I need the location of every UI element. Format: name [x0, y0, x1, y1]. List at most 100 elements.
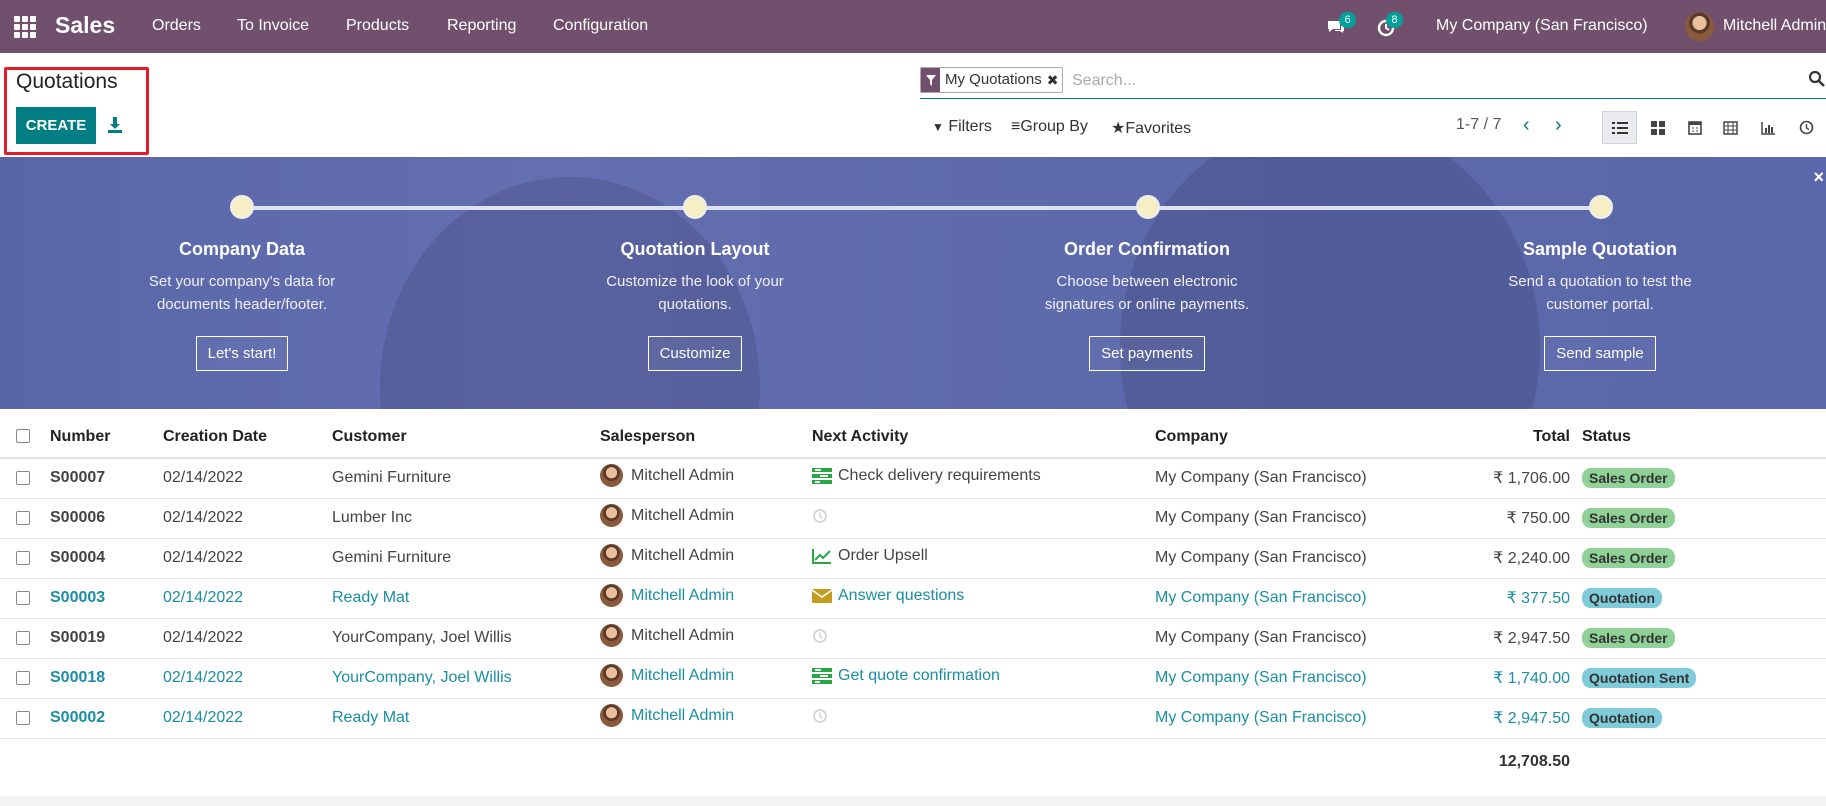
- header-next-activity[interactable]: Next Activity: [812, 416, 1155, 459]
- row-checkbox[interactable]: [16, 550, 30, 565]
- graph-view-icon[interactable]: [1751, 111, 1786, 144]
- table-row[interactable]: S00002 02/14/2022 Ready Mat Mitchell Admin M…: [0, 698, 1826, 739]
- header-company[interactable]: Company: [1155, 416, 1402, 459]
- salesperson: Mitchell Admin: [600, 584, 734, 607]
- send-sample-button[interactable]: Send sample: [1544, 336, 1656, 371]
- header-number[interactable]: Number: [50, 416, 163, 459]
- activity-clock-icon[interactable]: [812, 628, 828, 644]
- menu-reporting[interactable]: Reporting: [447, 17, 516, 35]
- pager-next-icon[interactable]: ›: [1555, 115, 1562, 135]
- row-checkbox[interactable]: [16, 590, 30, 605]
- cell-next-activity: Order Upsell: [812, 538, 1155, 579]
- step-text: customer portal.: [1546, 296, 1654, 313]
- email-activity-icon[interactable]: [812, 588, 832, 604]
- lets-start-button[interactable]: Let's start!: [195, 336, 289, 371]
- cell-salesperson: Mitchell Admin: [600, 498, 812, 539]
- header-creation-date[interactable]: Creation Date: [163, 416, 332, 459]
- step-text: quotations.: [658, 296, 732, 313]
- cell-customer: Ready Mat: [332, 698, 600, 739]
- set-payments-button[interactable]: Set payments: [1089, 336, 1205, 371]
- menu-products[interactable]: Products: [346, 17, 409, 35]
- header-customer[interactable]: Customer: [332, 416, 600, 459]
- search-icon[interactable]: [1808, 70, 1826, 88]
- cell-next-activity: Get quote confirmation: [812, 658, 1155, 699]
- company-switcher[interactable]: My Company (San Francisco): [1436, 17, 1648, 35]
- salesperson-name: Mitchell Admin: [631, 546, 735, 564]
- apps-menu-icon[interactable]: [14, 16, 36, 38]
- list-view-icon[interactable]: [1602, 111, 1637, 144]
- cell-number: S00019: [50, 618, 163, 659]
- activity-summary: Check delivery requirements: [838, 467, 1041, 485]
- cell-creation-date: 02/14/2022: [163, 538, 332, 579]
- favorites-button[interactable]: ★Favorites: [1111, 118, 1191, 138]
- filter-icon: ▼: [932, 120, 944, 134]
- app-name[interactable]: Sales: [55, 12, 115, 39]
- status-badge: Quotation Sent: [1582, 668, 1697, 688]
- table-row[interactable]: S00007 02/14/2022 Gemini Furniture Mitchell…: [0, 458, 1826, 499]
- cell-creation-date: 02/14/2022: [163, 618, 332, 659]
- user-menu[interactable]: Mitchell Admin: [1723, 17, 1826, 35]
- cell-salesperson: Mitchell Admin: [600, 698, 812, 739]
- row-checkbox[interactable]: [16, 630, 30, 645]
- user-avatar[interactable]: [1685, 12, 1714, 41]
- menu-orders[interactable]: Orders: [152, 17, 201, 35]
- search-input[interactable]: [1072, 69, 1792, 93]
- cell-company: My Company (San Francisco): [1155, 498, 1402, 539]
- table-row[interactable]: S00019 02/14/2022 YourCompany, Joel Willis…: [0, 618, 1826, 659]
- salesperson-name: Mitchell Admin: [631, 506, 735, 524]
- cell-customer: Gemini Furniture: [332, 538, 600, 579]
- search-facet[interactable]: My Quotations ✖: [920, 67, 1064, 93]
- activity-view-icon[interactable]: [1789, 111, 1824, 144]
- menu-to-invoice[interactable]: To Invoice: [237, 17, 309, 35]
- star-icon: ★: [1111, 120, 1126, 137]
- activity: Check delivery requirements: [812, 467, 1041, 485]
- menu-configuration[interactable]: Configuration: [553, 17, 648, 35]
- status-badge: Sales Order: [1582, 548, 1675, 568]
- delivery-activity-icon[interactable]: [812, 468, 832, 485]
- row-checkbox[interactable]: [16, 710, 30, 725]
- delivery-activity-icon[interactable]: [812, 668, 832, 684]
- table-row[interactable]: S00018 02/14/2022 YourCompany, Joel Willis…: [0, 658, 1826, 699]
- cell-status: Quotation Sent: [1582, 658, 1826, 699]
- grand-total: 12,708.50: [1498, 753, 1570, 771]
- table-row[interactable]: S00003 02/14/2022 Ready Mat Mitchell Admin A…: [0, 578, 1826, 619]
- table-row[interactable]: S00006 02/14/2022 Lumber Inc Mitchell Admin…: [0, 498, 1826, 539]
- pager-previous-icon[interactable]: ‹: [1523, 115, 1530, 135]
- step-text: signatures or online payments.: [1044, 296, 1250, 313]
- customize-button[interactable]: Customize: [647, 336, 743, 371]
- cell-status: Sales Order: [1582, 538, 1826, 579]
- filters-button[interactable]: ▼ Filters: [932, 118, 992, 136]
- activity: Order Upsell: [812, 547, 928, 565]
- group-by-button[interactable]: ≡Group By: [1011, 118, 1088, 136]
- row-checkbox[interactable]: [16, 471, 30, 486]
- upsell-chart-icon[interactable]: [812, 548, 832, 564]
- top-navbar: Sales Orders To Invoice Products Reporti…: [0, 0, 1826, 53]
- activity-clock-icon[interactable]: [812, 708, 828, 724]
- step-quotation-layout: Quotation Layout Customize the look of y…: [565, 239, 825, 371]
- activity-clock-icon[interactable]: [812, 508, 828, 524]
- header-salesperson[interactable]: Salesperson: [600, 416, 812, 459]
- row-checkbox[interactable]: [16, 670, 30, 685]
- facet-remove-icon[interactable]: ✖: [1047, 68, 1063, 92]
- step-dot: [1136, 195, 1160, 219]
- step-text: Set your company's data for: [148, 273, 336, 290]
- table-row[interactable]: S00004 02/14/2022 Gemini Furniture Mitchell…: [0, 538, 1826, 579]
- header-status[interactable]: Status: [1582, 416, 1826, 459]
- cell-company: My Company (San Francisco): [1155, 458, 1402, 499]
- row-checkbox[interactable]: [16, 510, 30, 525]
- status-badge: Sales Order: [1582, 468, 1675, 489]
- pivot-view-icon[interactable]: [1713, 111, 1748, 144]
- calendar-view-icon[interactable]: [1677, 111, 1712, 144]
- banner-close-icon[interactable]: ×: [1813, 167, 1824, 188]
- kanban-view-icon[interactable]: [1640, 111, 1675, 144]
- step-order-confirmation: Order Confirmation Choose between electr…: [1017, 239, 1277, 371]
- cell-number: S00006: [50, 498, 163, 539]
- pager-value[interactable]: 1-7 / 7: [1456, 116, 1501, 134]
- header-total[interactable]: Total: [1402, 416, 1582, 459]
- salesperson: Mitchell Admin: [600, 464, 734, 488]
- status-badge: Sales Order: [1582, 628, 1675, 648]
- step-text: Customize the look of your: [606, 273, 784, 290]
- select-all-checkbox[interactable]: [16, 429, 30, 444]
- cell-creation-date: 02/14/2022: [163, 698, 332, 739]
- cell-creation-date: 02/14/2022: [163, 458, 332, 499]
